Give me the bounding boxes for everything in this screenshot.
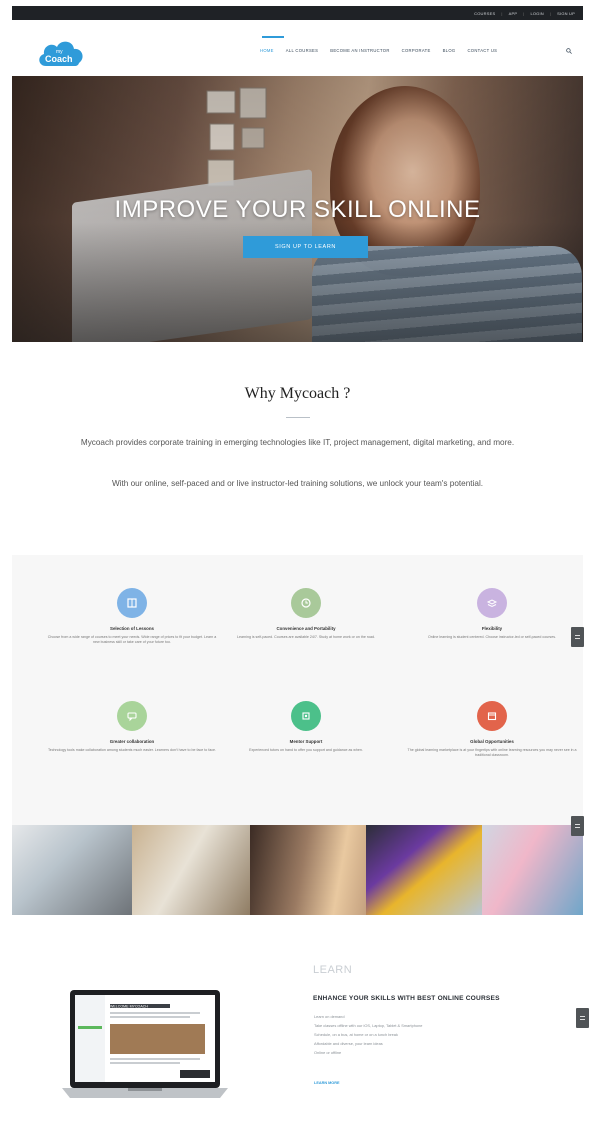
- calendar-icon: [477, 701, 507, 731]
- hero-title: IMPROVE YOUR SKILL ONLINE: [114, 196, 481, 223]
- list-item: Schedule, on a bus, at home or on a lunc…: [314, 1032, 398, 1037]
- why-section-title: Why Mycoach ?: [244, 385, 351, 402]
- nav-become-instructor[interactable]: BECOME AN INSTRUCTOR: [330, 48, 389, 53]
- search-icon[interactable]: [566, 48, 572, 54]
- feature-title: Mentor Support: [289, 739, 323, 744]
- features-section: Selection of Lessons Choose from a wide …: [12, 555, 584, 825]
- gallery-image-laptop-work: [12, 825, 132, 915]
- chat-icon: [117, 701, 147, 731]
- list-item: Learn on demand: [314, 1014, 345, 1019]
- feature-card: Mentor Support Experienced tutors on han…: [216, 701, 396, 753]
- feature-title: Convenience and Portability: [276, 626, 336, 631]
- feature-description: Learning is self-paced. Courses are avai…: [236, 635, 376, 639]
- nav-corporate[interactable]: CORPORATE: [402, 48, 431, 53]
- topbar-link-signup[interactable]: SIGN UP: [557, 11, 575, 16]
- clock-icon: [291, 588, 321, 618]
- scroll-side-button[interactable]: [571, 627, 584, 647]
- feature-description: Experienced tutors on hand to offer you …: [249, 748, 363, 752]
- scroll-side-button[interactable]: [571, 816, 584, 836]
- topbar-link-courses[interactable]: COURSES: [474, 11, 495, 16]
- why-paragraph-2: With our online, self-paced and or live …: [111, 479, 484, 488]
- learn-kicker: LEARN: [313, 964, 353, 976]
- feature-title: Flexibility: [481, 626, 503, 631]
- feature-card: Convenience and Portability Learning is …: [216, 588, 396, 640]
- feature-card: Greater collaboration Technology tools m…: [42, 701, 222, 753]
- feature-description: Choose from a wide range of courses to m…: [47, 635, 217, 644]
- nav-blog[interactable]: BLOG: [443, 48, 456, 53]
- mycoach-logo[interactable]: my Coach: [36, 36, 86, 70]
- hero-banner: IMPROVE YOUR SKILL ONLINE SIGN UP TO LEA…: [12, 76, 583, 342]
- feature-description: Technology tools make collaboration amon…: [47, 748, 217, 752]
- scroll-side-button[interactable]: [576, 1008, 589, 1028]
- gallery-image-students: [482, 825, 583, 915]
- list-item: Take classes offline with our iOS, Lapto…: [314, 1023, 423, 1028]
- laptop-mockup-image: WELCOME MYCOACH: [62, 990, 228, 1098]
- feature-title: Global Opportunities: [470, 739, 514, 744]
- main-nav: HOME ALL COURSES BECOME AN INSTRUCTOR CO…: [260, 48, 497, 53]
- feature-card: Flexibility Online learning is student c…: [402, 588, 582, 640]
- list-item: Online or offline: [314, 1050, 342, 1055]
- image-gallery-strip: [12, 825, 583, 915]
- active-nav-indicator: [262, 36, 284, 38]
- mentor-icon: [291, 701, 321, 731]
- topbar-separator: |: [523, 10, 525, 16]
- nav-all-courses[interactable]: ALL COURSES: [286, 48, 318, 53]
- topbar-link-login[interactable]: LOGIN: [530, 11, 543, 16]
- feature-card: Selection of Lessons Choose from a wide …: [42, 588, 222, 645]
- why-paragraph-1: Mycoach provides corporate training in e…: [80, 438, 515, 447]
- nav-home[interactable]: HOME: [260, 48, 274, 53]
- gallery-image-woman-laptop: [250, 825, 366, 915]
- nav-contact-us[interactable]: CONTACT US: [467, 48, 497, 53]
- feature-description: Online learning is student centered. Cho…: [427, 635, 557, 639]
- title-divider: [286, 417, 310, 418]
- gallery-image-team-meeting: [132, 825, 250, 915]
- signup-to-learn-button[interactable]: SIGN UP TO LEARN: [243, 236, 368, 258]
- feature-title: Selection of Lessons: [110, 626, 154, 631]
- list-item: Affordable and diverse, your learn ideas: [314, 1041, 383, 1046]
- learn-more-link[interactable]: LEARN MORE: [314, 1081, 340, 1085]
- top-utility-bar: COURSES | APP | LOGIN | SIGN UP: [12, 6, 583, 20]
- layers-icon: [477, 588, 507, 618]
- book-icon: [117, 588, 147, 618]
- feature-description: The global learning marketplace is at yo…: [407, 748, 577, 757]
- feature-card: Global Opportunities The global learning…: [402, 701, 582, 758]
- logo-coach-text: Coach: [45, 54, 73, 64]
- topbar-separator: |: [549, 10, 552, 16]
- learn-title: ENHANCE YOUR SKILLS WITH BEST ONLINE COU…: [313, 995, 500, 1002]
- topbar-link-app[interactable]: APP: [509, 11, 518, 16]
- topbar-separator: |: [501, 10, 503, 16]
- gallery-image-tablet: [366, 825, 482, 915]
- laptop-screen-title: WELCOME MYCOACH: [110, 1005, 148, 1009]
- site-header: my Coach HOME ALL COURSES BECOME AN INST…: [12, 20, 583, 76]
- feature-title: Greater collaboration: [109, 739, 155, 744]
- learn-feature-list: Learn on demand Take classes offline wit…: [314, 1012, 422, 1057]
